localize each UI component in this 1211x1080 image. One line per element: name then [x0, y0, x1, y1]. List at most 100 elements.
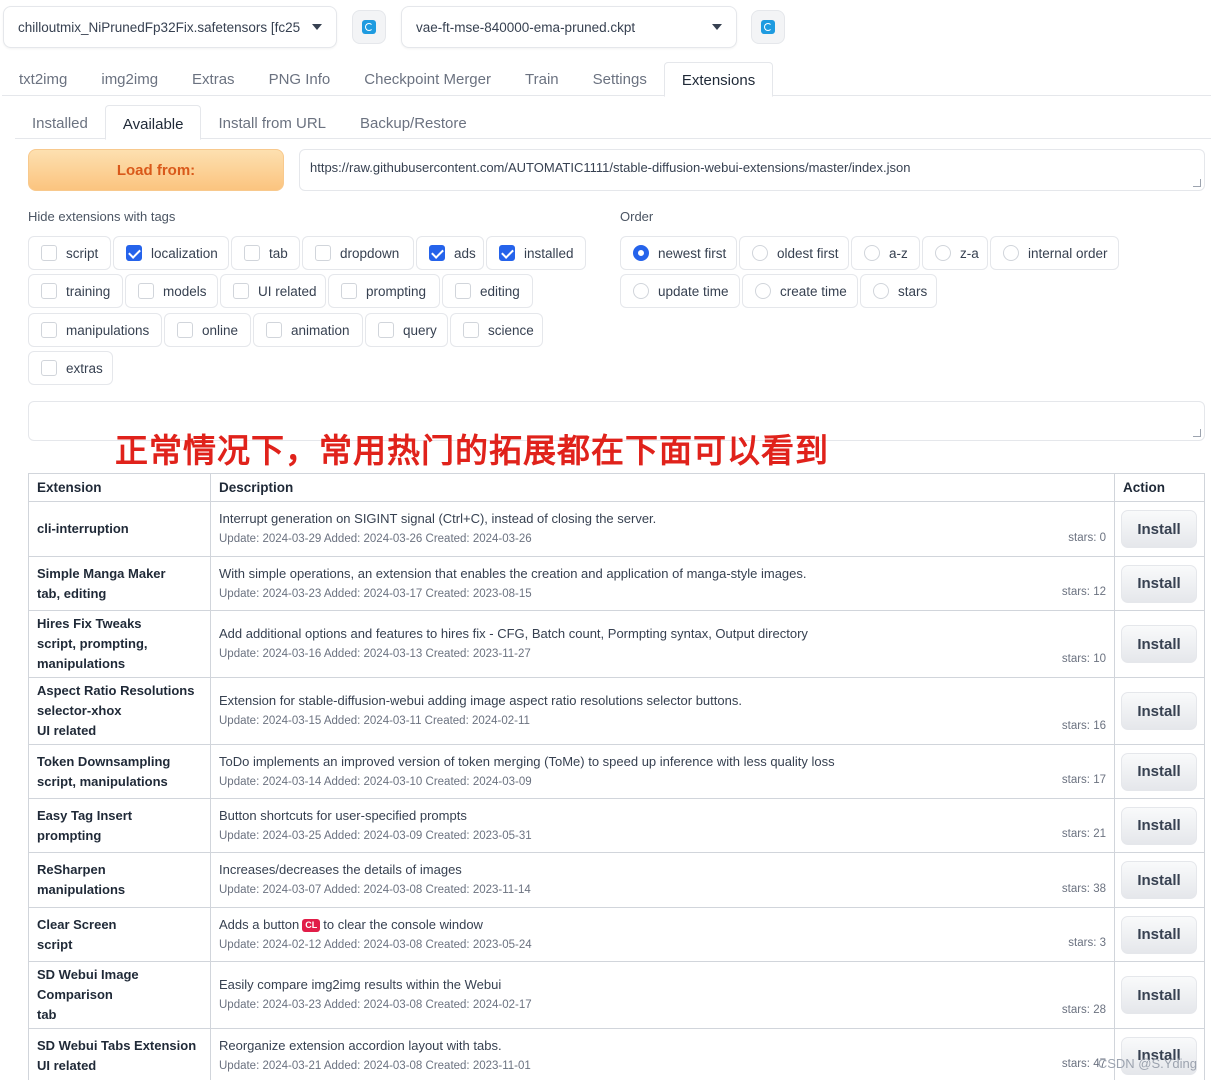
vae-select[interactable]: vae-ft-mse-840000-ema-pruned.ckpt: [401, 6, 737, 48]
install-button[interactable]: Install: [1121, 752, 1197, 791]
tag-checkbox-science[interactable]: science: [450, 313, 543, 347]
checkbox-icon: [463, 322, 479, 338]
extensions-table: Extension Description Action cli-interru…: [28, 473, 1205, 1080]
extension-tags: manipulations: [37, 882, 126, 897]
refresh-vae-button[interactable]: [751, 10, 785, 44]
install-button[interactable]: Install: [1121, 625, 1197, 663]
extension-dates: Update: 2024-02-12 Added: 2024-03-08 Cre…: [219, 938, 532, 951]
table-header-row: Extension Description Action: [28, 473, 1205, 502]
tab-extras[interactable]: Extras: [175, 62, 252, 96]
tab-checkpoint-merger[interactable]: Checkpoint Merger: [347, 62, 508, 96]
description-cell: Interrupt generation on SIGINT signal (C…: [210, 501, 1115, 557]
install-button[interactable]: Install: [1121, 510, 1197, 548]
order-label-text: a-z: [889, 245, 908, 261]
extension-stars: stars: 0: [1068, 532, 1106, 544]
tag-label: prompting: [366, 283, 427, 299]
tag-checkbox-training[interactable]: training: [28, 274, 123, 308]
tab-png-info[interactable]: PNG Info: [252, 62, 348, 96]
install-button[interactable]: Install: [1121, 976, 1197, 1014]
extension-cell: Clear Screen script: [28, 907, 211, 962]
radio-selected-icon: [633, 245, 649, 261]
table-row: Token Downsampling script, manipulations …: [28, 744, 1205, 799]
tag-checkbox-online[interactable]: online: [164, 313, 251, 347]
subtab-installed[interactable]: Installed: [15, 105, 105, 139]
tag-checkbox-models[interactable]: models: [125, 274, 218, 308]
subtab-backup-restore[interactable]: Backup/Restore: [343, 105, 484, 139]
tag-checkbox-query[interactable]: query: [365, 313, 448, 347]
install-button[interactable]: Install: [1121, 861, 1197, 899]
order-radio-internal-order[interactable]: internal order: [990, 236, 1119, 270]
tag-checkbox-extras[interactable]: extras: [28, 351, 113, 385]
extension-name-link[interactable]: SD Webui Image Comparison: [37, 965, 202, 1005]
resize-handle-icon[interactable]: [1193, 429, 1201, 437]
tag-checkbox-manipulations[interactable]: manipulations: [28, 313, 162, 347]
refresh-icon: [362, 20, 376, 34]
tag-checkbox-tab[interactable]: tab: [231, 236, 300, 270]
checkpoint-value: chilloutmix_NiPrunedFp32Fix.safetensors …: [18, 19, 301, 35]
order-radio-oldest-first[interactable]: oldest first: [739, 236, 849, 270]
resize-handle-icon[interactable]: [1193, 179, 1201, 187]
extension-name-link[interactable]: Simple Manga Maker: [37, 564, 202, 584]
checkbox-icon: [41, 283, 57, 299]
tag-checkbox-dropdown[interactable]: dropdown: [302, 236, 414, 270]
tag-checkbox-editing[interactable]: editing: [442, 274, 533, 308]
tag-label: training: [66, 283, 111, 299]
tag-checkbox-prompting[interactable]: prompting: [328, 274, 440, 308]
extension-name-link[interactable]: Token Downsampling: [37, 752, 202, 772]
extension-name-link[interactable]: ReSharpen: [37, 860, 202, 880]
order-radio-newest-first[interactable]: newest first: [620, 236, 737, 270]
extension-cell: ReSharpen manipulations: [28, 852, 211, 908]
order-radio-stars[interactable]: stars: [860, 274, 937, 308]
install-button[interactable]: Install: [1121, 692, 1197, 730]
tag-label: online: [202, 322, 239, 338]
extension-name-link[interactable]: Hires Fix Tweaks: [37, 614, 202, 634]
description-cell: Increases/decreases the details of image…: [210, 852, 1115, 908]
extension-name-link[interactable]: Clear Screen: [37, 915, 202, 935]
extension-tags: tab: [37, 1007, 57, 1022]
order-label-text: create time: [780, 283, 847, 299]
extension-stars: stars: 28: [1061, 1004, 1106, 1016]
refresh-checkpoint-button[interactable]: [352, 10, 386, 44]
order-radio-a-z[interactable]: a-z: [851, 236, 920, 270]
subtab-available[interactable]: Available: [104, 105, 202, 140]
subtab-install-from-url[interactable]: Install from URL: [201, 105, 343, 139]
description-cell: Extension for stable-diffusion-webui add…: [210, 677, 1115, 745]
checkpoint-select[interactable]: chilloutmix_NiPrunedFp32Fix.safetensors …: [3, 6, 337, 48]
extension-name-link[interactable]: SD Webui Tabs Extension: [37, 1036, 202, 1056]
tab-img2img[interactable]: img2img: [84, 62, 175, 96]
order-radio-z-a[interactable]: z-a: [922, 236, 988, 270]
tag-checkbox-ui-related[interactable]: UI related: [220, 274, 326, 308]
extension-dates: Update: 2024-03-23 Added: 2024-03-17 Cre…: [219, 587, 532, 600]
chevron-down-icon: [312, 24, 322, 30]
install-button[interactable]: Install: [1121, 806, 1197, 845]
index-url-input[interactable]: https://raw.githubusercontent.com/AUTOMA…: [299, 149, 1205, 191]
extension-tags: UI related: [37, 1057, 97, 1073]
order-radio-update-time[interactable]: update time: [620, 274, 740, 308]
extension-dates: Update: 2024-03-21 Added: 2024-03-08 Cre…: [219, 1059, 531, 1072]
action-cell: Install: [1114, 1028, 1205, 1080]
tab-extensions[interactable]: Extensions: [663, 62, 774, 97]
tag-label: ads: [454, 245, 476, 261]
radio-icon: [755, 283, 771, 299]
tab-train[interactable]: Train: [508, 62, 576, 96]
tag-checkbox-installed[interactable]: installed: [486, 236, 586, 270]
extension-dates: Update: 2024-03-15 Added: 2024-03-11 Cre…: [219, 715, 530, 727]
action-cell: Install: [1114, 501, 1205, 557]
checkbox-icon: [378, 322, 394, 338]
extension-name-link[interactable]: cli-interruption: [37, 519, 202, 539]
extension-tags: script, manipulations: [37, 773, 168, 789]
extension-name-link[interactable]: Aspect Ratio Resolutions selector-xhox: [37, 681, 202, 721]
extension-name-link[interactable]: Easy Tag Insert: [37, 806, 202, 826]
tag-checkbox-animation[interactable]: animation: [253, 313, 363, 347]
tab-txt2img[interactable]: txt2img: [2, 62, 84, 96]
load-from-button[interactable]: Load from:: [28, 149, 284, 191]
tag-checkbox-ads[interactable]: ads: [416, 236, 484, 270]
install-button[interactable]: Install: [1121, 564, 1197, 603]
tab-settings[interactable]: Settings: [576, 62, 664, 96]
tag-checkbox-localization[interactable]: localization: [113, 236, 229, 270]
extension-dates: Update: 2024-03-14 Added: 2024-03-10 Cre…: [219, 775, 532, 788]
tag-checkbox-script[interactable]: script: [28, 236, 111, 270]
order-radio-create-time[interactable]: create time: [742, 274, 858, 308]
install-button[interactable]: Install: [1121, 915, 1197, 954]
main-tabs: txt2img img2img Extras PNG Info Checkpoi…: [2, 62, 1211, 97]
